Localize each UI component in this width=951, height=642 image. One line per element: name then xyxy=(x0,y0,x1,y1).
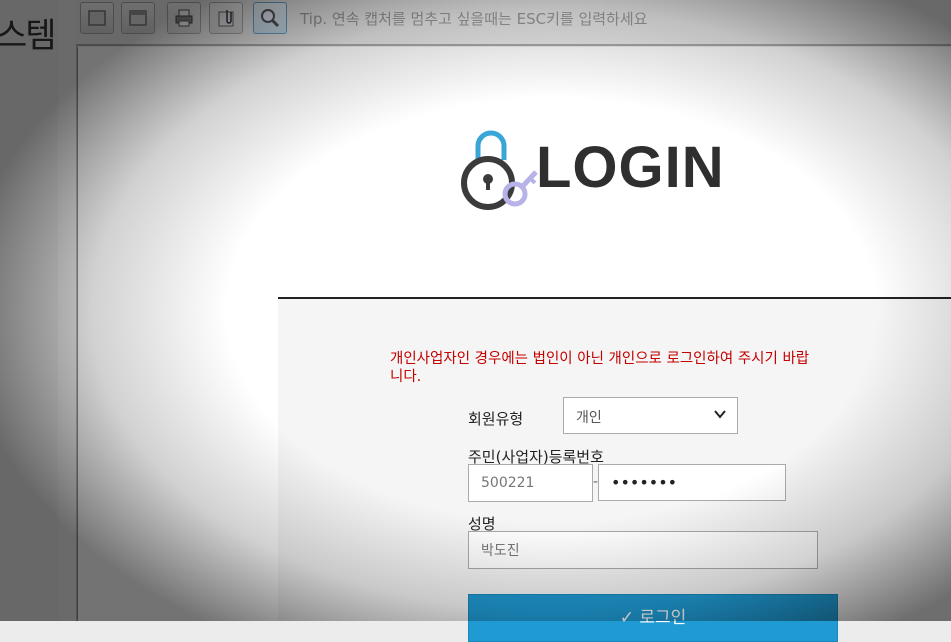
capture-window-button[interactable] xyxy=(121,2,155,34)
name-input[interactable]: 박도진 xyxy=(468,531,818,569)
login-logo: LOGIN xyxy=(440,124,724,214)
clip-button[interactable] xyxy=(209,2,243,34)
notice-text: 개인사업자인 경우에는 법인이 아닌 개인으로 로그인하여 주시기 바랍니다. xyxy=(390,351,810,385)
capture-area-icon xyxy=(87,9,107,27)
login-button[interactable]: ✓ 로그인 xyxy=(468,594,838,642)
zoom-button[interactable] xyxy=(253,2,287,34)
member-type-value: 개인 xyxy=(576,410,602,426)
capture-window-icon xyxy=(128,9,148,27)
clip-icon xyxy=(216,8,236,28)
id-second-input[interactable]: ••••••• xyxy=(598,464,786,501)
capture-tip-text: Tip. 연속 캡처를 멈추고 싶을때는 ESC키를 입력하세요 xyxy=(300,10,648,28)
chevron-down-icon xyxy=(713,407,727,425)
capture-toolbar: Tip. 연속 캡처를 멈추고 싶을때는 ESC키를 입력하세요 xyxy=(76,0,951,46)
background-window-strip: 스템 xyxy=(0,0,59,621)
print-button[interactable] xyxy=(167,2,201,34)
background-window-text: 스템 xyxy=(0,16,57,56)
window-border xyxy=(58,0,77,621)
login-form-panel xyxy=(278,297,951,621)
login-logo-text: LOGIN xyxy=(536,135,725,200)
member-type-label: 회원유형 xyxy=(468,410,524,428)
capture-area-button[interactable] xyxy=(80,2,114,34)
zoom-icon xyxy=(260,8,280,28)
member-type-select[interactable]: 개인 xyxy=(563,397,738,434)
id-first-input[interactable]: 500221 xyxy=(468,464,593,502)
print-icon xyxy=(174,9,194,27)
